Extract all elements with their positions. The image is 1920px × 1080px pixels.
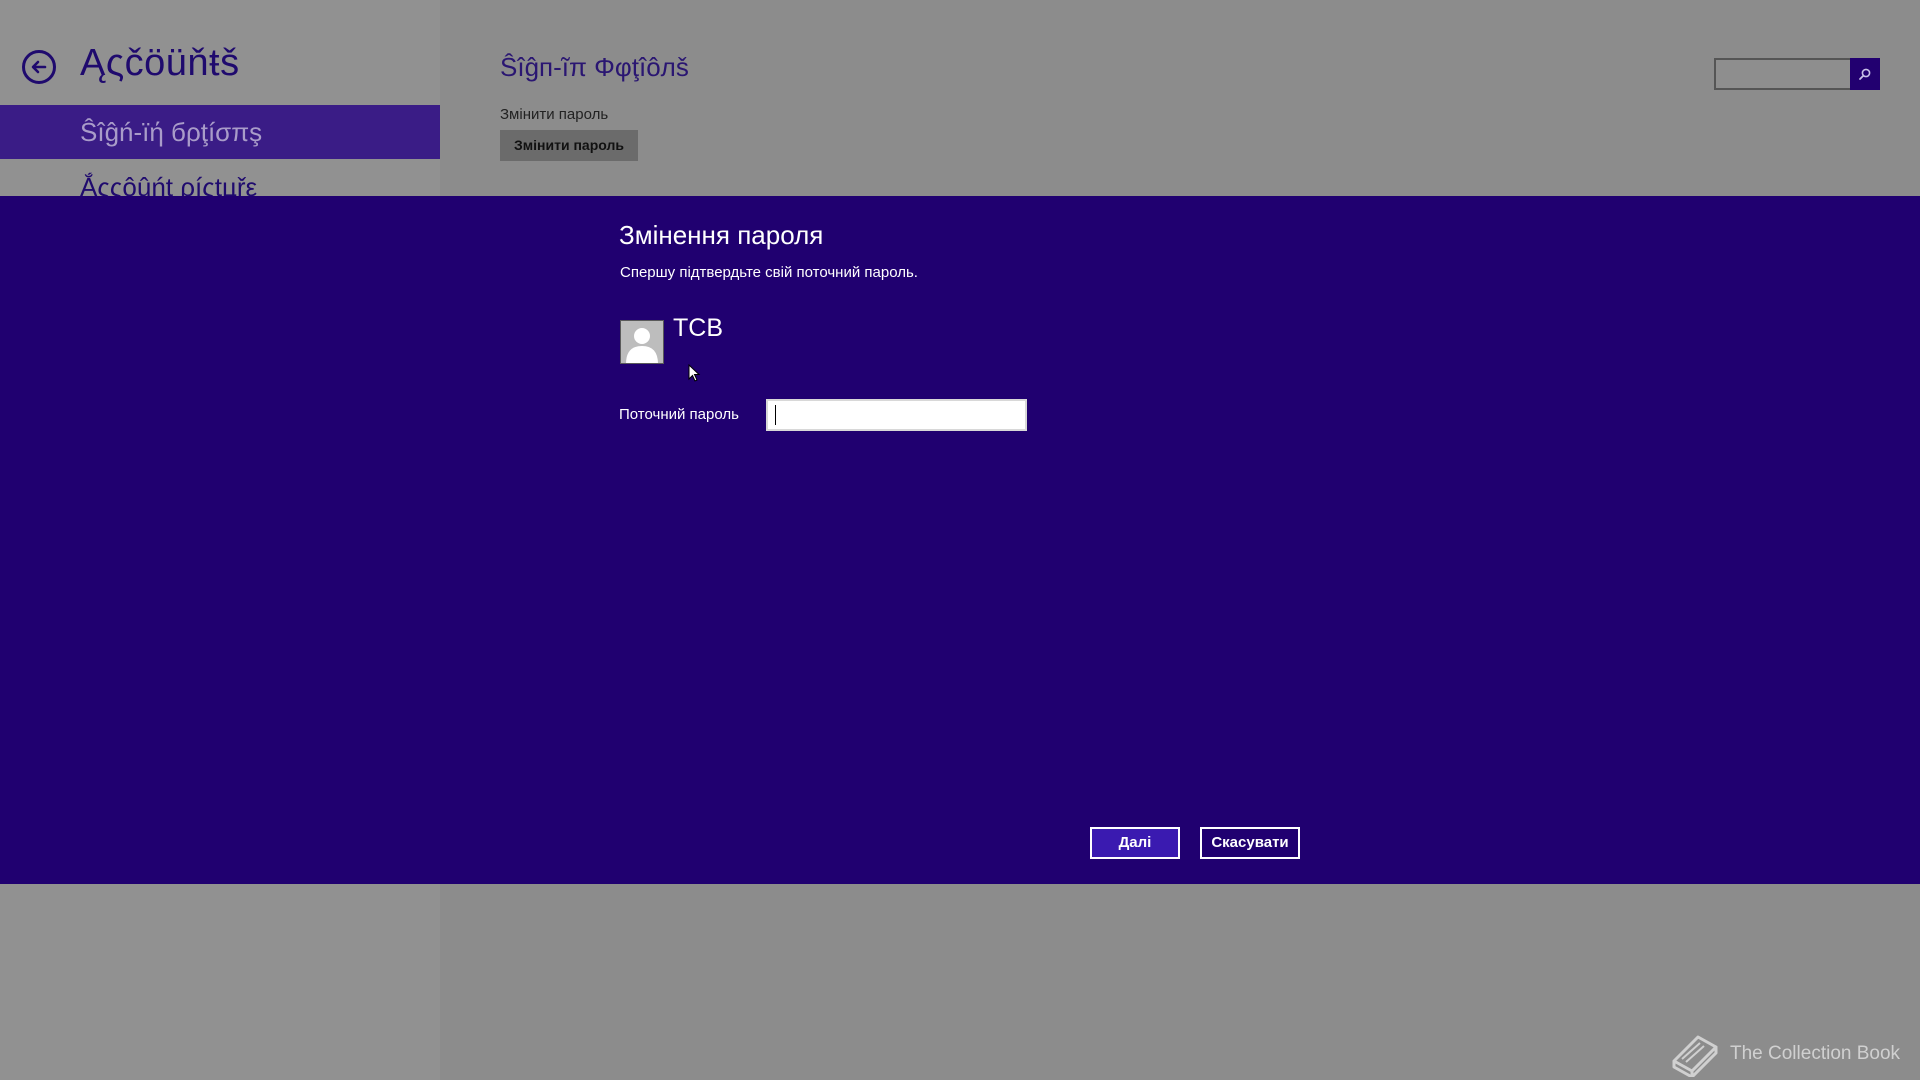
user-avatar bbox=[620, 320, 664, 364]
search-icon bbox=[1859, 68, 1871, 80]
change-password-button[interactable]: Змінити пароль bbox=[500, 130, 638, 161]
user-name: TCB bbox=[673, 314, 723, 342]
mouse-pointer-icon bbox=[688, 364, 701, 382]
search-button[interactable] bbox=[1850, 58, 1880, 90]
book-icon bbox=[1672, 1035, 1718, 1077]
change-password-label: Змінити пароль bbox=[500, 106, 609, 123]
cancel-button[interactable]: Скасувати bbox=[1200, 827, 1300, 859]
user-avatar-icon bbox=[620, 320, 664, 364]
section-title: Ŝîĝп-ĩπ Φφţîôлš bbox=[500, 52, 689, 82]
sidebar-item-sign-in-options[interactable]: Ŝîĝń-ïή бρţíσπş bbox=[0, 105, 440, 159]
watermark-text: The Collection Book bbox=[1730, 1043, 1901, 1064]
next-button[interactable]: Далі bbox=[1090, 827, 1180, 859]
back-button[interactable] bbox=[22, 50, 56, 84]
dialog-subtitle: Спершу підтвердьте свій поточний пароль. bbox=[620, 264, 918, 281]
watermark: The Collection Book bbox=[1668, 1030, 1900, 1078]
current-password-field[interactable] bbox=[766, 399, 1027, 431]
app-title: Ąςčöüňŧš bbox=[80, 42, 240, 84]
change-password-dialog: Змінення пароля Спершу підтвердьте свій … bbox=[0, 196, 1920, 884]
back-arrow-icon bbox=[31, 60, 47, 74]
text-caret bbox=[775, 405, 776, 425]
current-password-label: Поточний пароль bbox=[619, 406, 739, 423]
dialog-title: Змінення пароля bbox=[619, 220, 824, 250]
screen: Ąςčöüňŧš Ŝîĝń-ïή бρţíσπş Ắςςôûńţ ρíςţцřε… bbox=[0, 0, 1920, 1080]
